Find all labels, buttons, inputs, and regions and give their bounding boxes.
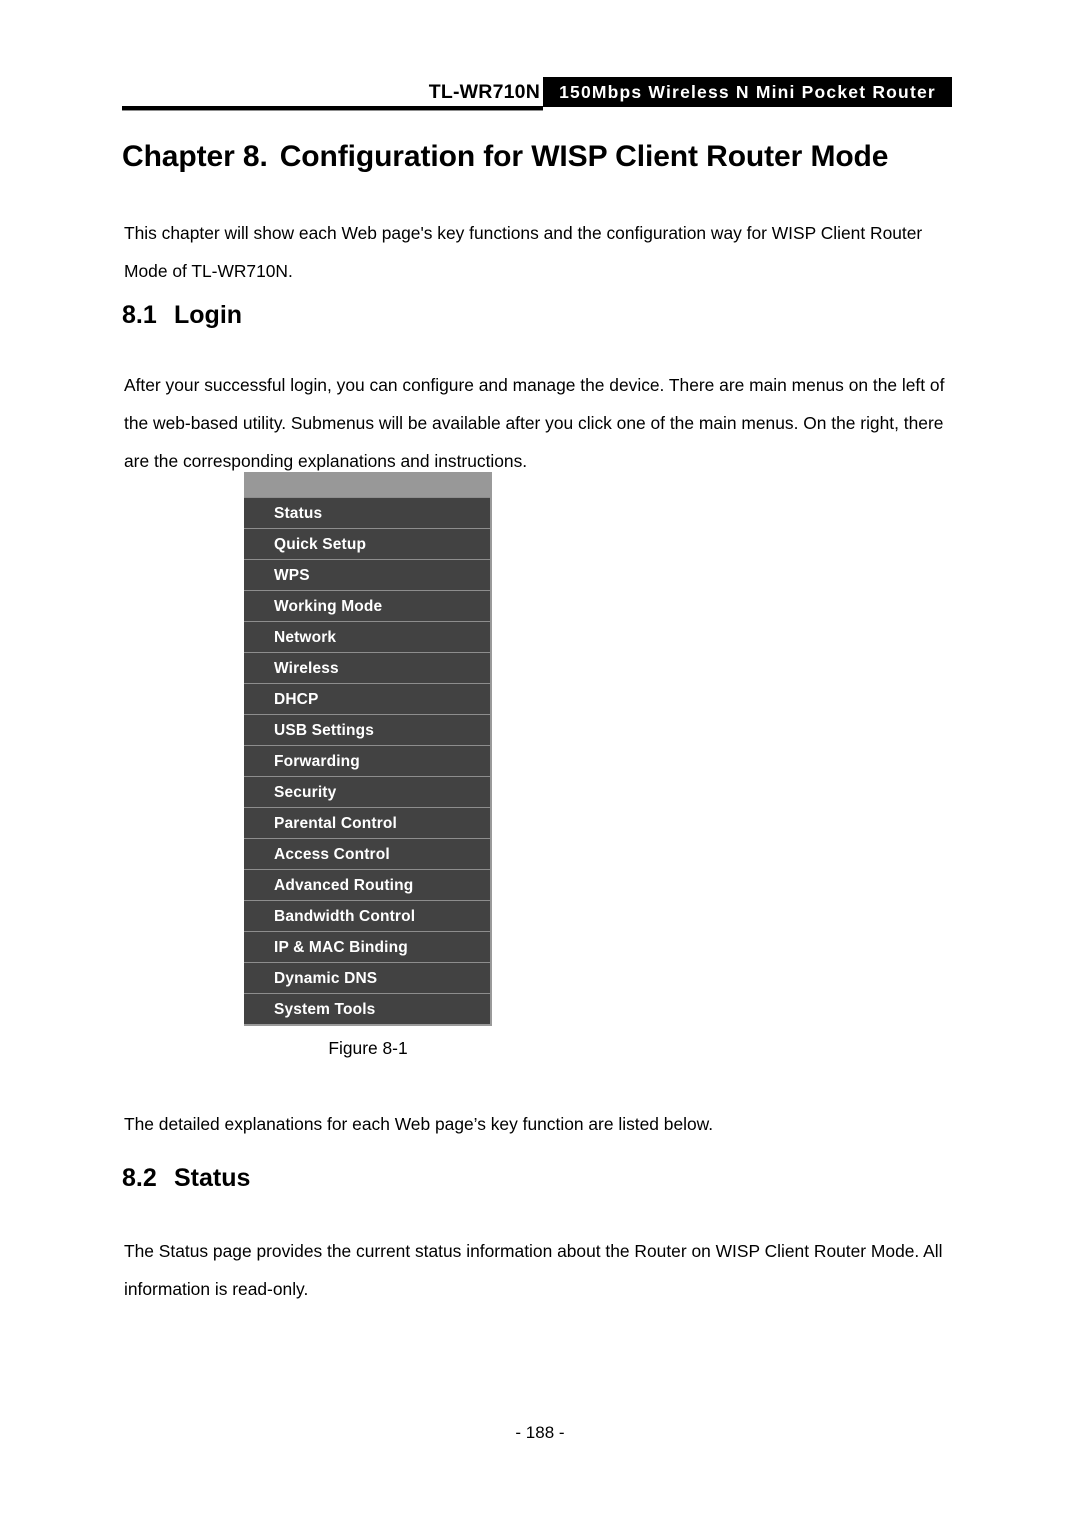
menu-item-parental-control[interactable]: Parental Control (244, 807, 490, 838)
menu-item-system-tools[interactable]: System Tools (244, 993, 490, 1024)
router-main-menu: Status Quick Setup WPS Working Mode Netw… (244, 472, 492, 1026)
menu-item-wps[interactable]: WPS (244, 559, 490, 590)
menu-item-advanced-routing[interactable]: Advanced Routing (244, 869, 490, 900)
menu-item-bandwidth-control[interactable]: Bandwidth Control (244, 900, 490, 931)
menu-item-working-mode[interactable]: Working Mode (244, 590, 490, 621)
figure-caption: Figure 8-1 (328, 1038, 408, 1058)
menu-item-forwarding[interactable]: Forwarding (244, 745, 490, 776)
chapter-number: Chapter 8. (122, 140, 268, 173)
chapter-title: Chapter 8. Configuration for WISP Client … (122, 140, 962, 174)
section-title-status: Status (174, 1164, 251, 1192)
header-product-banner-text: 150Mbps Wireless N Mini Pocket Router (559, 82, 936, 102)
page-title: Configuration for WISP Client Router Mod… (279, 140, 889, 173)
after-figure-paragraph: The detailed explanations for each Web p… (124, 1114, 714, 1134)
menu-item-ip-mac-binding[interactable]: IP & MAC Binding (244, 931, 490, 962)
login-paragraph: After your successful login, you can con… (124, 375, 945, 471)
menu-top-strip (244, 472, 490, 497)
menu-item-dhcp[interactable]: DHCP (244, 683, 490, 714)
section-heading-status: 8.2 Status (122, 1164, 250, 1193)
section-title-login: Login (174, 301, 243, 329)
menu-item-status[interactable]: Status (244, 497, 490, 528)
section-number-login: 8.1 (122, 301, 157, 329)
header-rule-thin (122, 110, 543, 111)
section-number-status: 8.2 (122, 1164, 157, 1192)
menu-item-security[interactable]: Security (244, 776, 490, 807)
figure-8-1: Status Quick Setup WPS Working Mode Netw… (244, 472, 492, 1059)
menu-item-dynamic-dns[interactable]: Dynamic DNS (244, 962, 490, 993)
page-footer: - 188 - (515, 1423, 565, 1442)
menu-item-wireless[interactable]: Wireless (244, 652, 490, 683)
header-model-name: TL-WR710N (428, 81, 540, 103)
section-heading-login: 8.1 Login (122, 301, 242, 330)
menu-item-usb-settings[interactable]: USB Settings (244, 714, 490, 745)
menu-item-access-control[interactable]: Access Control (244, 838, 490, 869)
intro-paragraph: This chapter will show each Web page's k… (124, 223, 923, 281)
menu-item-network[interactable]: Network (244, 621, 490, 652)
document-page: TL-WR710N 150Mbps Wireless N Mini Pocket… (0, 0, 1080, 1527)
menu-item-quick-setup[interactable]: Quick Setup (244, 528, 490, 559)
header-product-banner: 150Mbps Wireless N Mini Pocket Router (543, 77, 952, 107)
status-paragraph: The Status page provides the current sta… (124, 1241, 943, 1299)
